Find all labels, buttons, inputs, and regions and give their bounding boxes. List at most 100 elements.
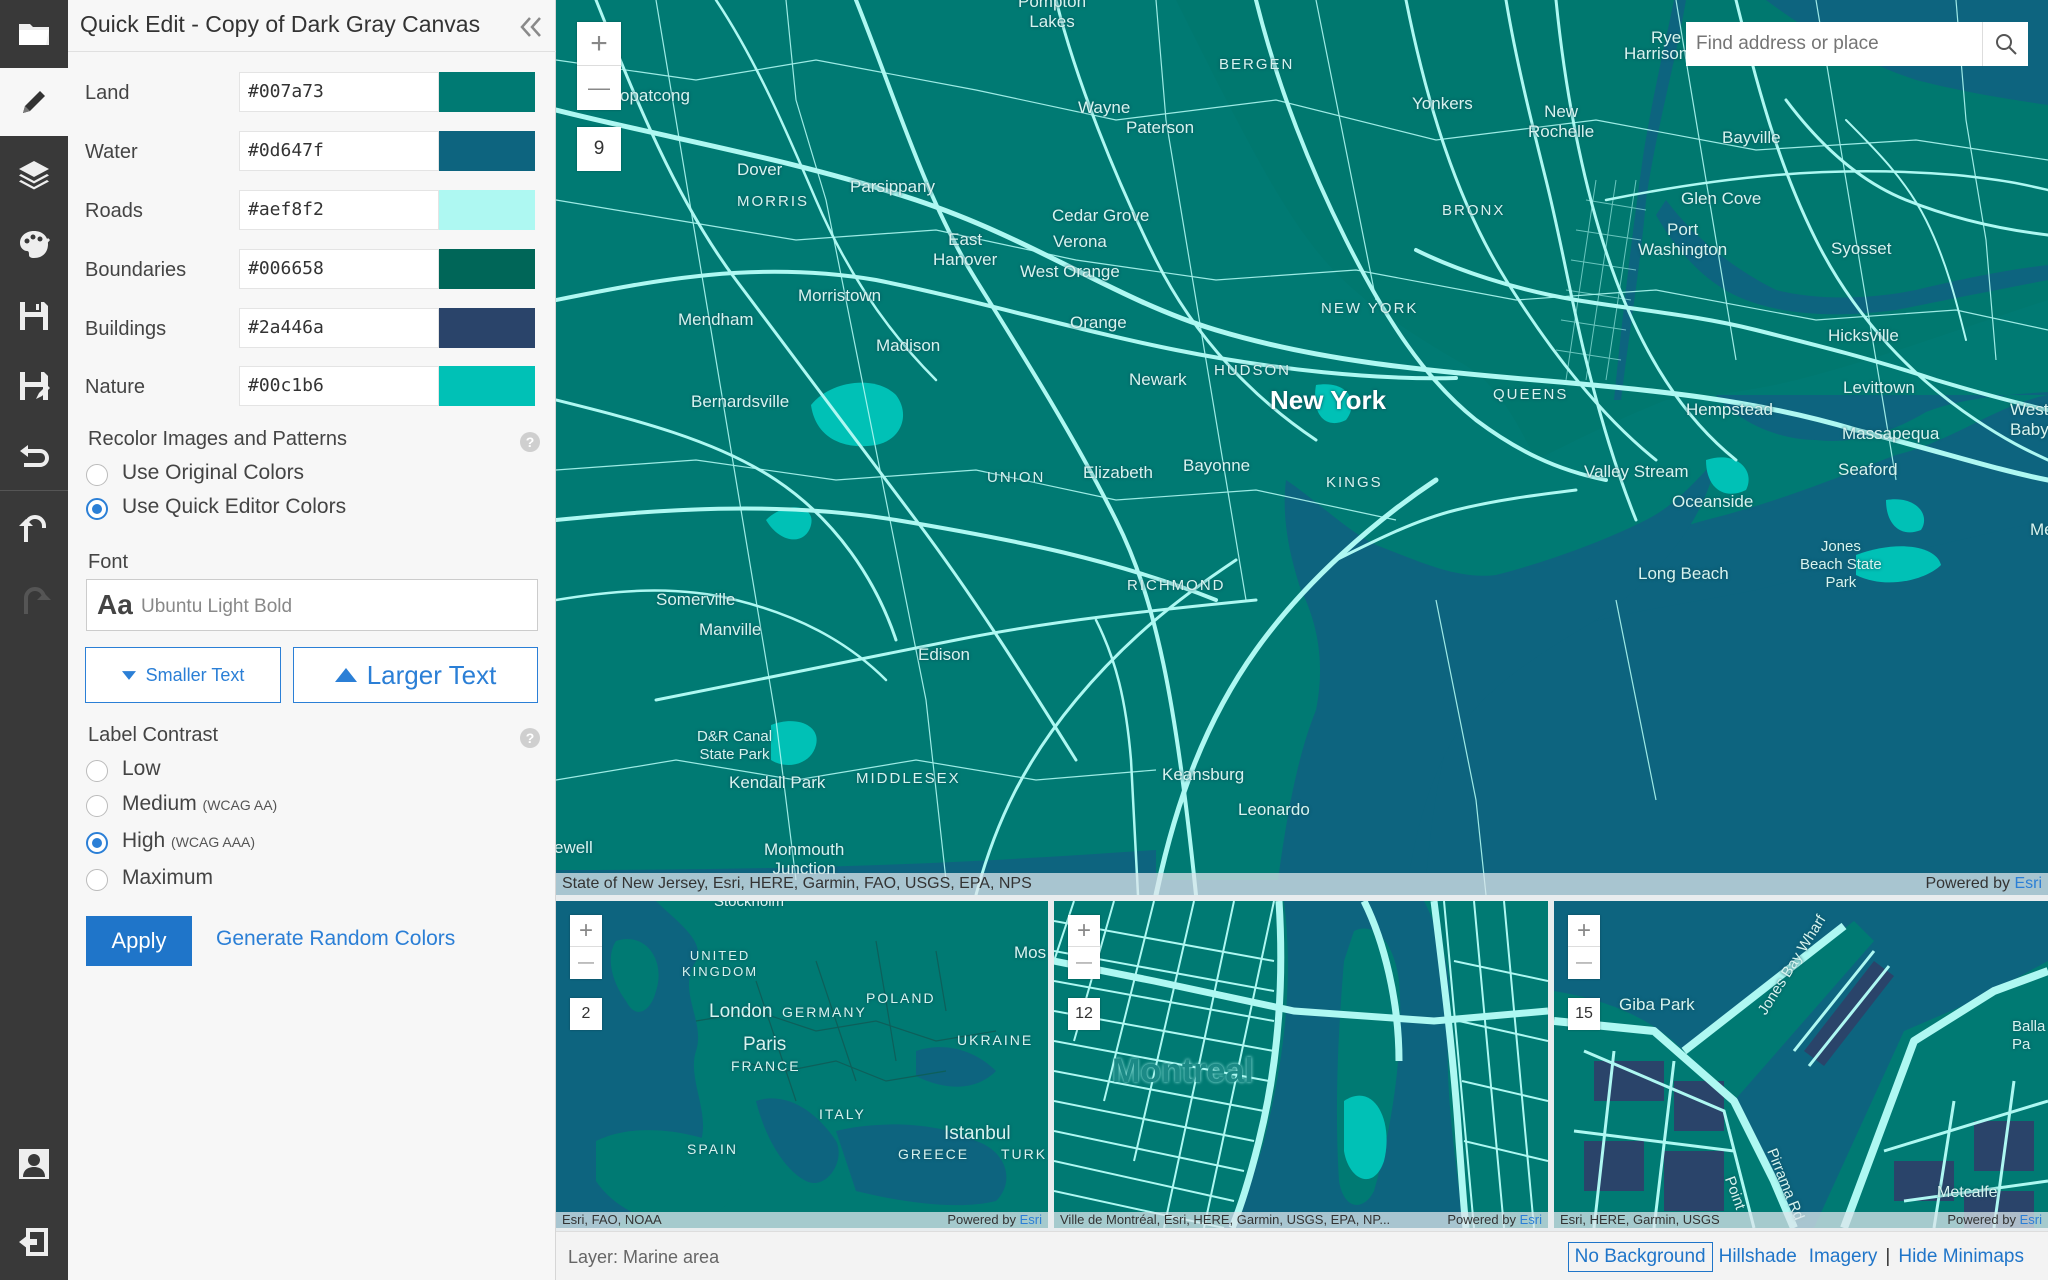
zoom-out-button[interactable]: —	[1068, 947, 1100, 979]
radio-label: Use Original Colors	[122, 461, 305, 484]
generate-random-colors-link[interactable]: Generate Random Colors	[216, 927, 455, 951]
map-label: GREECE	[898, 1146, 970, 1162]
apply-button[interactable]: Apply	[86, 916, 192, 966]
save-button[interactable]	[0, 282, 68, 350]
attribution-text: State of New Jersey, Esri, HERE, Garmin,…	[562, 875, 1032, 892]
zoom-in-button[interactable]: +	[577, 22, 621, 66]
color-swatch-nature[interactable]	[439, 366, 535, 406]
style-button[interactable]	[0, 210, 68, 278]
collapse-panel-button[interactable]	[516, 12, 546, 42]
undo-button[interactable]	[0, 494, 68, 562]
color-row-water: Water #0d647f	[68, 127, 556, 173]
hex-input-buildings[interactable]: #2a446a	[239, 308, 439, 348]
zoom-in-button[interactable]: +	[1568, 915, 1600, 947]
toggle-no-background[interactable]: No Background	[1567, 1242, 1713, 1272]
map-area: Pompton Lakes BERGEN Rye Harrison opatco…	[556, 0, 2048, 1280]
esri-link[interactable]: Esri	[1020, 1212, 1042, 1227]
minimap-sydney[interactable]: Giba Park Jones Bay Wharf Pirrama Rd Met…	[1554, 901, 2048, 1228]
map-label: TURK	[1001, 1146, 1048, 1162]
save-icon	[20, 302, 48, 330]
zoom-out-button[interactable]: —	[577, 66, 621, 110]
map-label: Balla Pa	[2012, 1018, 2046, 1053]
left-toolbar	[0, 0, 68, 1280]
sign-out-icon	[19, 1228, 48, 1256]
font-name: Ubuntu Light Bold	[141, 596, 293, 617]
account-button[interactable]	[0, 1130, 68, 1198]
radio-circle	[86, 464, 108, 486]
color-swatch-roads[interactable]	[439, 190, 535, 230]
hex-input-water[interactable]: #0d647f	[239, 131, 439, 171]
color-swatch-water[interactable]	[439, 131, 535, 171]
larger-text-button[interactable]: Larger Text	[293, 647, 538, 703]
layers-button[interactable]	[0, 141, 68, 209]
map-label: London	[709, 1001, 773, 1022]
map-label: Paris	[743, 1034, 787, 1055]
help-icon[interactable]: ?	[520, 432, 540, 452]
pencil-icon	[23, 91, 45, 113]
revert-button[interactable]	[0, 421, 68, 489]
folder-icon	[19, 24, 49, 45]
main-map[interactable]: Pompton Lakes BERGEN Rye Harrison opatco…	[556, 0, 2048, 895]
undo-icon	[19, 514, 46, 542]
minimap-europe[interactable]: Stockholm UNITED KINGDOM Mos POLAND Lond…	[556, 901, 1048, 1228]
radio-label: Maximum	[122, 866, 214, 889]
esri-link[interactable]: Esri	[2014, 875, 2042, 892]
zoom-level-indicator: 9	[577, 127, 621, 171]
label-contrast-label: Label Contrast	[88, 724, 219, 746]
esri-link[interactable]: Esri	[2020, 1212, 2042, 1227]
font-picker[interactable]: Aa Ubuntu Light Bold	[86, 579, 538, 631]
search-input[interactable]	[1686, 22, 1982, 66]
hex-input-boundaries[interactable]: #006658	[239, 249, 439, 289]
toggle-imagery[interactable]: Imagery	[1803, 1243, 1884, 1271]
main-map-graphic	[556, 0, 2048, 895]
map-label: Elizabeth	[1083, 463, 1153, 482]
map-label: MORRIS	[737, 193, 809, 210]
zoom-out-button[interactable]: —	[570, 947, 602, 979]
toggle-hide-minimaps[interactable]: Hide Minimaps	[1892, 1243, 2030, 1271]
help-icon[interactable]: ?	[520, 728, 540, 748]
radio-label: High (WCAG AAA)	[122, 829, 256, 852]
powered-by: Powered by Esri	[1925, 875, 2042, 892]
sign-out-button[interactable]	[0, 1208, 68, 1276]
map-label: Syosset	[1831, 239, 1892, 258]
radio-circle-selected	[86, 498, 108, 520]
quick-edit-button[interactable]	[0, 68, 68, 136]
toggle-hillshade[interactable]: Hillshade	[1713, 1243, 1803, 1271]
color-swatch-buildings[interactable]	[439, 308, 535, 348]
map-label: Leonardo	[1238, 800, 1310, 819]
color-swatch-land[interactable]	[439, 72, 535, 112]
status-bar: Layer: Marine area No Background Hillsha…	[556, 1231, 2048, 1280]
save-as-button[interactable]	[0, 352, 68, 420]
open-button[interactable]	[0, 0, 68, 68]
smaller-text-button[interactable]: Smaller Text	[85, 647, 281, 703]
font-aa-icon: Aa	[97, 589, 133, 620]
map-label: Madison	[876, 336, 941, 355]
esri-link[interactable]: Esri	[1520, 1212, 1542, 1227]
zoom-in-button[interactable]: +	[1068, 915, 1100, 947]
map-label: Harrison	[1624, 44, 1689, 63]
map-label: Stockholm	[714, 901, 785, 910]
save-as-icon	[20, 372, 50, 400]
redo-icon	[24, 586, 51, 614]
color-row-nature: Nature #00c1b6	[68, 362, 556, 408]
color-swatch-boundaries[interactable]	[439, 249, 535, 289]
zoom-level-indicator: 15	[1568, 998, 1600, 1030]
search-icon	[1995, 34, 2017, 55]
color-row-roads: Roads #aef8f2	[68, 186, 556, 232]
hex-input-nature[interactable]: #00c1b6	[239, 366, 439, 406]
map-label: Yonkers	[1412, 94, 1473, 113]
radio-label: Use Quick Editor Colors	[122, 495, 347, 518]
hex-input-land[interactable]: #007a73	[239, 72, 439, 112]
map-label: UKRAINE	[957, 1032, 1034, 1048]
zoom-in-button[interactable]: +	[570, 915, 602, 947]
zoom-control: + —	[577, 22, 621, 110]
map-label: Bernardsville	[691, 392, 790, 411]
minimap-zoom-control: + —	[1068, 915, 1100, 979]
zoom-out-button[interactable]: —	[1568, 947, 1600, 979]
radio-circle-selected	[86, 832, 108, 854]
redo-button[interactable]	[0, 566, 68, 634]
search-button[interactable]	[1982, 22, 2028, 66]
map-label: Bayonne	[1183, 456, 1251, 475]
minimap-montreal[interactable]: Montreal + — 12 Ville de Montréal, Esri,…	[1054, 901, 1548, 1228]
hex-input-roads[interactable]: #aef8f2	[239, 190, 439, 230]
